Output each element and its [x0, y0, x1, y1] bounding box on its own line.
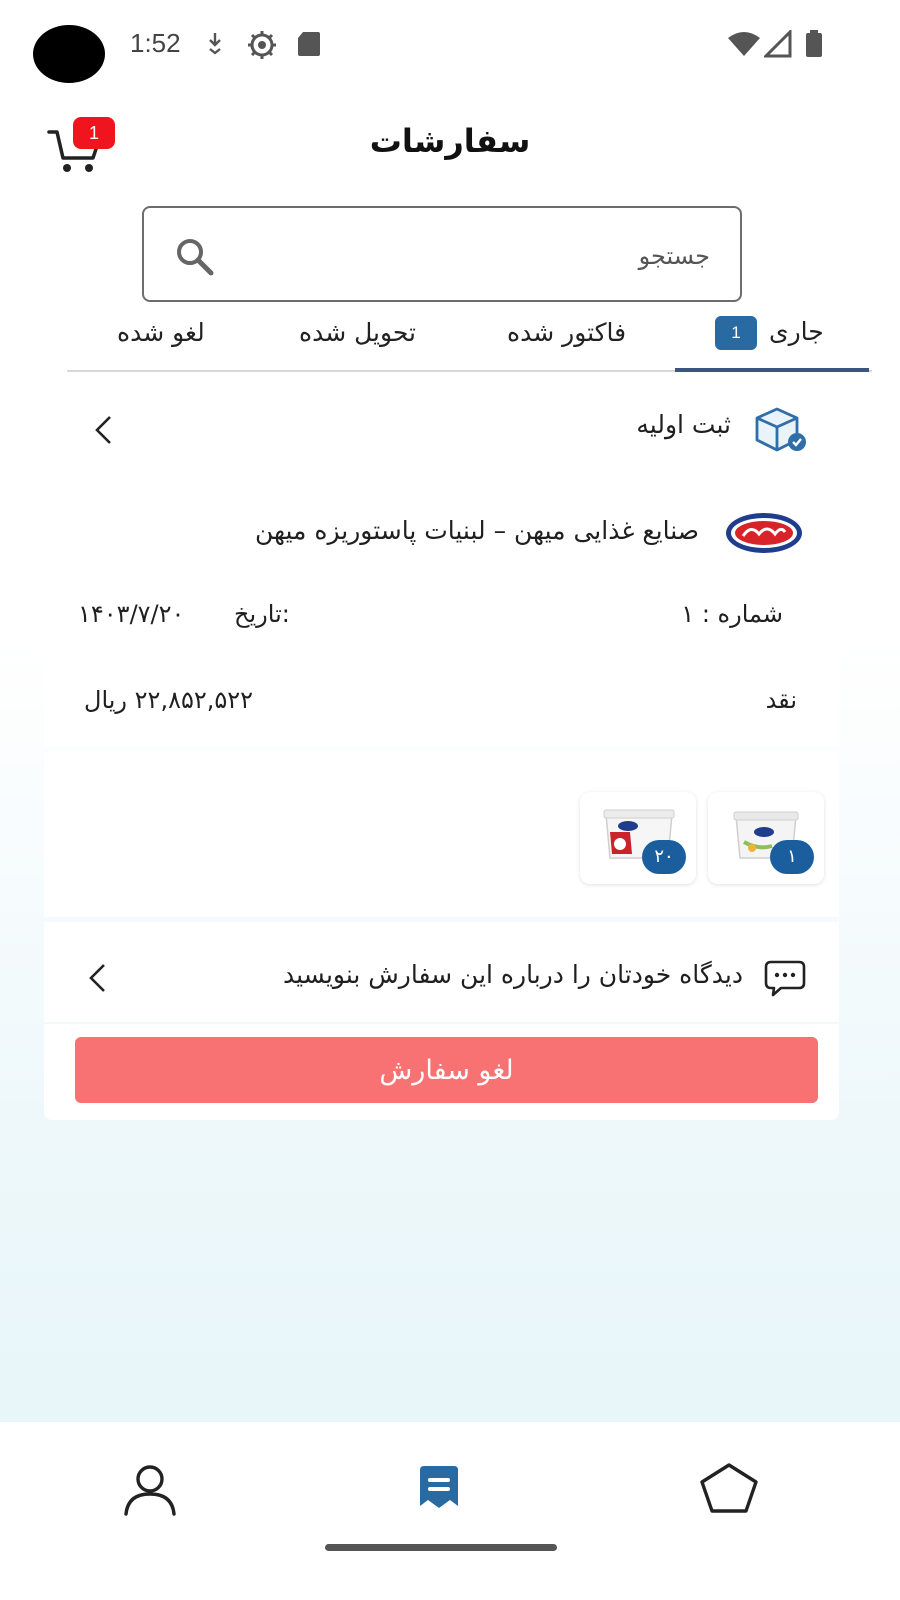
cart-count-badge: 1: [73, 117, 115, 149]
payment-type: نقد: [765, 686, 797, 714]
tab-current-label: جاری: [769, 317, 824, 346]
cell-signal-icon: [764, 30, 792, 58]
order-tabs: لغو شده تحویل شده فاکتور شده 1 جاری: [67, 310, 872, 372]
status-bar: 1:52: [0, 0, 900, 90]
order-number: شماره : ۱: [681, 600, 783, 628]
product-qty-badge: ۱: [770, 840, 814, 874]
comment-icon: [764, 960, 806, 997]
home-indicator: [325, 1544, 557, 1551]
settings-gear-icon: [248, 31, 276, 59]
comment-row[interactable]: دیدگاه خودتان را درباره این سفارش بنویسی…: [44, 922, 839, 1022]
profile-icon[interactable]: [122, 1462, 178, 1518]
tab-invoiced[interactable]: فاکتور شده: [507, 318, 626, 347]
wifi-icon: [728, 32, 760, 56]
order-status-row[interactable]: ثبت اولیه: [44, 388, 839, 472]
order-status-label: ثبت اولیه: [636, 410, 731, 439]
sd-card-icon: [298, 32, 320, 56]
tab-cancelled[interactable]: لغو شده: [117, 318, 205, 347]
order-amount: ۲۲,۸۵۲,۵۲۲ ریال: [84, 686, 254, 714]
page-title: سفارشات: [369, 122, 531, 160]
tab-current[interactable]: 1 جاری: [715, 316, 824, 350]
order-products: ۱ ۲۰: [44, 752, 839, 917]
orders-icon[interactable]: [414, 1462, 464, 1512]
camera-cutout: [33, 25, 105, 83]
order-card: صنایع غذایی میهن – لبنیات پاستوریزه میهن…: [44, 478, 839, 746]
supplier-name: صنایع غذایی میهن – لبنیات پاستوریزه میهن: [254, 516, 699, 545]
comment-prompt: دیدگاه خودتان را درباره این سفارش بنویسی…: [283, 960, 743, 989]
cancel-order-button[interactable]: لغو سفارش: [75, 1037, 818, 1103]
status-time: 1:52: [130, 28, 181, 58]
order-date-label: تاریخ:: [234, 600, 290, 628]
search-icon[interactable]: [174, 236, 216, 278]
supplier-logo: [726, 513, 802, 553]
battery-icon: [806, 30, 822, 57]
package-check-icon: [755, 407, 806, 452]
active-tab-indicator: [675, 368, 869, 372]
product-qty-badge: ۲۰: [642, 840, 686, 874]
order-date: ۱۴۰۳/۷/۲۰: [78, 600, 185, 628]
cancel-section: لغو سفارش: [44, 1024, 839, 1120]
home-icon[interactable]: [698, 1462, 760, 1514]
product-thumbnail[interactable]: ۲۰: [580, 792, 696, 884]
search-box[interactable]: [142, 206, 742, 302]
download-icon: [209, 33, 221, 55]
tab-count-badge: 1: [715, 316, 757, 350]
chevron-left-icon[interactable]: [92, 414, 116, 446]
chevron-left-icon[interactable]: [86, 962, 110, 994]
bottom-navigation: [0, 1422, 900, 1600]
tab-delivered[interactable]: تحویل شده: [299, 318, 416, 347]
product-thumbnail[interactable]: ۱: [708, 792, 824, 884]
search-input[interactable]: [240, 236, 710, 276]
